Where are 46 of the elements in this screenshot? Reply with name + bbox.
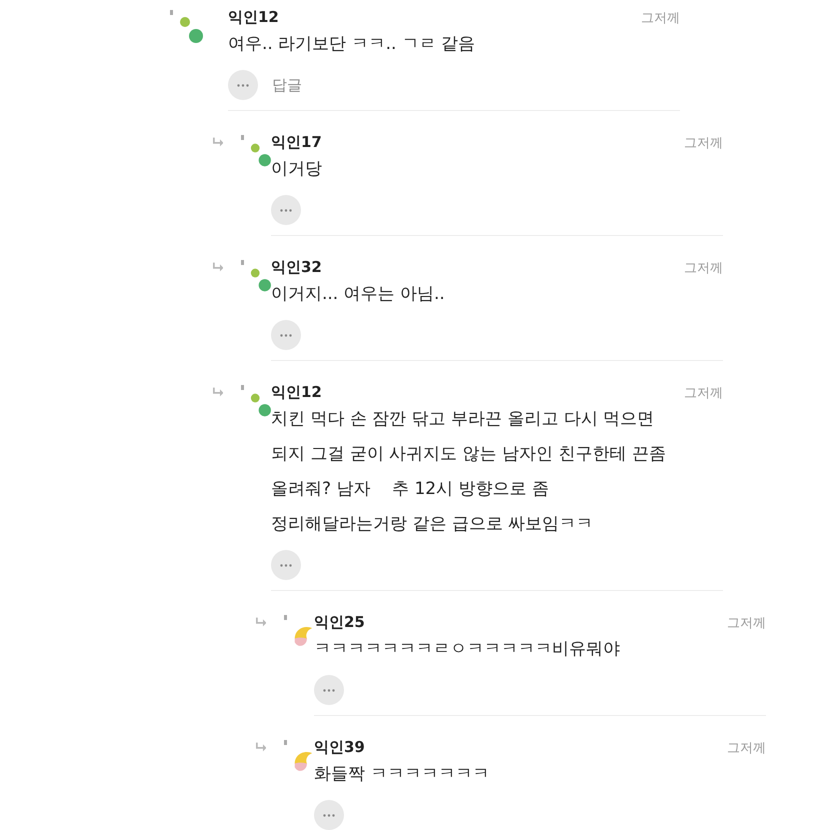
- badge-icon: [170, 10, 173, 15]
- timestamp: 그저께: [727, 615, 766, 632]
- timestamp: 그저께: [684, 135, 723, 152]
- author-name: 익인17: [271, 133, 322, 152]
- avatar-icon: [250, 141, 271, 169]
- more-button[interactable]: [314, 800, 344, 830]
- more-icon: [280, 564, 292, 566]
- author-name: 익인12: [271, 383, 322, 402]
- timestamp: 그저께: [727, 740, 766, 757]
- more-button[interactable]: [271, 195, 301, 225]
- more-icon: [323, 814, 335, 816]
- badge-icon: [241, 135, 244, 140]
- badge-icon: [241, 260, 244, 265]
- comment-text: 이거지... 여우는 아님..: [271, 283, 446, 306]
- author-name: 익인39: [314, 738, 365, 757]
- reply-arrow-icon: [213, 387, 224, 397]
- more-button[interactable]: [271, 550, 301, 580]
- avatar-icon: [250, 266, 271, 294]
- more-icon: [323, 688, 335, 692]
- comment-text: 이거당: [271, 158, 323, 181]
- comment-text: 치킨 먹다 손 잠깐 닦고 부라끈 올리고 다시 먹으면 되지 그걸 굳이 사귀지도 않는 남자인 친구한테 끈좀 올려줘? 남자 추 12시 방향으로 좀 정리해달라는거랑 같은 급으로 싸보임ㅋㅋ: [271, 408, 667, 536]
- author-name: 익인32: [271, 258, 322, 277]
- comment-text: 화들짝 ㅋㅋㅋㅋㅋㅋㅋ: [314, 763, 490, 786]
- author-name: 익인25: [314, 613, 365, 632]
- reply-arrow-icon: [213, 137, 224, 147]
- more-button[interactable]: [228, 70, 258, 100]
- badge-icon: [284, 615, 288, 620]
- badge-icon: [241, 385, 244, 390]
- timestamp: 그저께: [684, 260, 723, 277]
- badge-icon: [284, 740, 288, 745]
- more-button[interactable]: [271, 320, 301, 350]
- comment-text: 여우.. 라기보단 ㅋㅋ.. ㄱㄹ 같음: [228, 33, 476, 56]
- more-icon: [237, 84, 249, 86]
- reply-arrow-icon: [256, 617, 266, 627]
- author-name: 익인12: [228, 8, 279, 27]
- comment-text: ㅋㅋㅋㅋㅋㅋㅋㄹㅇㅋㅋㅋㅋㅋ비유뭐야: [314, 638, 621, 661]
- more-button[interactable]: [314, 675, 344, 705]
- more-icon: [280, 208, 292, 212]
- avatar-icon: [179, 16, 203, 44]
- avatar-icon: [250, 391, 271, 419]
- timestamp: 그저께: [641, 10, 680, 27]
- reply-link[interactable]: 답글: [272, 76, 302, 94]
- timestamp: 그저께: [684, 385, 723, 402]
- more-icon: [280, 334, 292, 336]
- reply-arrow-icon: [256, 742, 266, 752]
- reply-arrow-icon: [213, 262, 224, 272]
